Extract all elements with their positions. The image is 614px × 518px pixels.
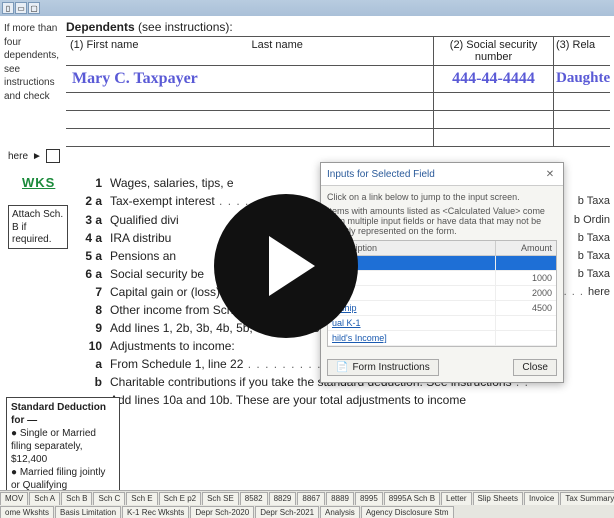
triangle-icon: ►: [32, 151, 42, 162]
popup-title: Inputs for Selected Field: [327, 169, 435, 180]
wks-link-1[interactable]: WKS: [22, 175, 55, 190]
here-label: here: [8, 151, 28, 162]
sheet-tabs: MOVSch ASch BSch CSch ESch E p2Sch SE858…: [0, 490, 614, 518]
sheet-tab[interactable]: Sch C: [93, 492, 125, 505]
sheet-tab[interactable]: Slip Sheets: [473, 492, 523, 505]
sheet-tab[interactable]: Tax Summary: [560, 492, 614, 505]
sheet-tab[interactable]: Invoice: [524, 492, 559, 505]
sheet-tab[interactable]: 8867: [297, 492, 325, 505]
sheet-tab[interactable]: Agency Disclosure Stm: [361, 506, 454, 518]
popup-hint1: Click on a link below to jump to the inp…: [327, 192, 557, 202]
col-first-last: (1) First name Last name: [66, 37, 434, 65]
dependent-rel[interactable]: Daughte: [554, 66, 610, 92]
popup-row[interactable]: hild's Income]: [328, 331, 556, 346]
sheet-tab[interactable]: 8829: [269, 492, 297, 505]
dependent-ssn[interactable]: 444-44-4444: [434, 66, 554, 92]
dependents-sidenote: If more than four dependents, see instru…: [4, 20, 66, 103]
dependent-row[interactable]: Mary C. Taxpayer 444-44-4444 Daughte: [66, 65, 610, 92]
sheet-tab[interactable]: Sch A: [29, 492, 60, 505]
sheet-tab[interactable]: ome Wkshts: [0, 506, 54, 518]
sheet-tab[interactable]: Sch E p2: [159, 492, 201, 505]
sheet-tab[interactable]: Letter: [441, 492, 471, 505]
sheet-tab[interactable]: Analysis: [320, 506, 360, 518]
win-btn-3[interactable]: ▢: [28, 2, 40, 14]
col-rel: (3) Rela: [554, 37, 610, 65]
sheet-tab[interactable]: 8995A Sch B: [384, 492, 440, 505]
close-button[interactable]: Close: [513, 359, 557, 376]
dependents-heading: Dependents (see instructions):: [66, 20, 610, 34]
sheet-tab[interactable]: K-1 Rec Wkshts: [122, 506, 189, 518]
dependent-name[interactable]: Mary C. Taxpayer: [66, 66, 434, 92]
sheet-tab[interactable]: MOV: [0, 492, 28, 505]
sheet-tab[interactable]: Depr Sch-2021: [255, 506, 319, 518]
standard-deduction-box: Standard Deduction for — Single or Marri…: [6, 397, 120, 496]
popup-row[interactable]: ership4500: [328, 301, 556, 316]
dependents-checkbox[interactable]: [46, 149, 60, 163]
popup-grid: Description Amount W-210002000ership4500…: [327, 240, 557, 347]
popup-row[interactable]: ual K-1: [328, 316, 556, 331]
win-btn-1[interactable]: ▯: [2, 2, 14, 14]
popup-row[interactable]: W-2: [328, 256, 556, 271]
popup-row[interactable]: 1000: [328, 271, 556, 286]
form-instructions-button[interactable]: 📄 Form Instructions: [327, 359, 439, 376]
sheet-tab[interactable]: Sch B: [61, 492, 92, 505]
window-titlebar: ▯ ▭ ▢: [0, 0, 614, 16]
doc-icon: 📄: [336, 362, 348, 373]
sheet-tab[interactable]: 8995: [355, 492, 383, 505]
attach-schb-box: Attach Sch. B if required.: [8, 205, 68, 249]
win-btn-2[interactable]: ▭: [15, 2, 27, 14]
popup-hint2: Items with amounts listed as <Calculated…: [327, 206, 557, 236]
sheet-tab[interactable]: 8889: [326, 492, 354, 505]
play-icon[interactable]: [214, 194, 358, 338]
popup-row[interactable]: 2000: [328, 286, 556, 301]
sheet-tab[interactable]: Sch E: [126, 492, 157, 505]
sheet-tab[interactable]: Basis Limitation: [55, 506, 121, 518]
sheet-tab[interactable]: Depr Sch-2020: [190, 506, 254, 518]
sheet-tab[interactable]: 8582: [240, 492, 268, 505]
col-ssn: (2) Social security number: [434, 37, 554, 65]
close-icon[interactable]: ✕: [543, 167, 557, 181]
sheet-tab[interactable]: Sch SE: [202, 492, 239, 505]
